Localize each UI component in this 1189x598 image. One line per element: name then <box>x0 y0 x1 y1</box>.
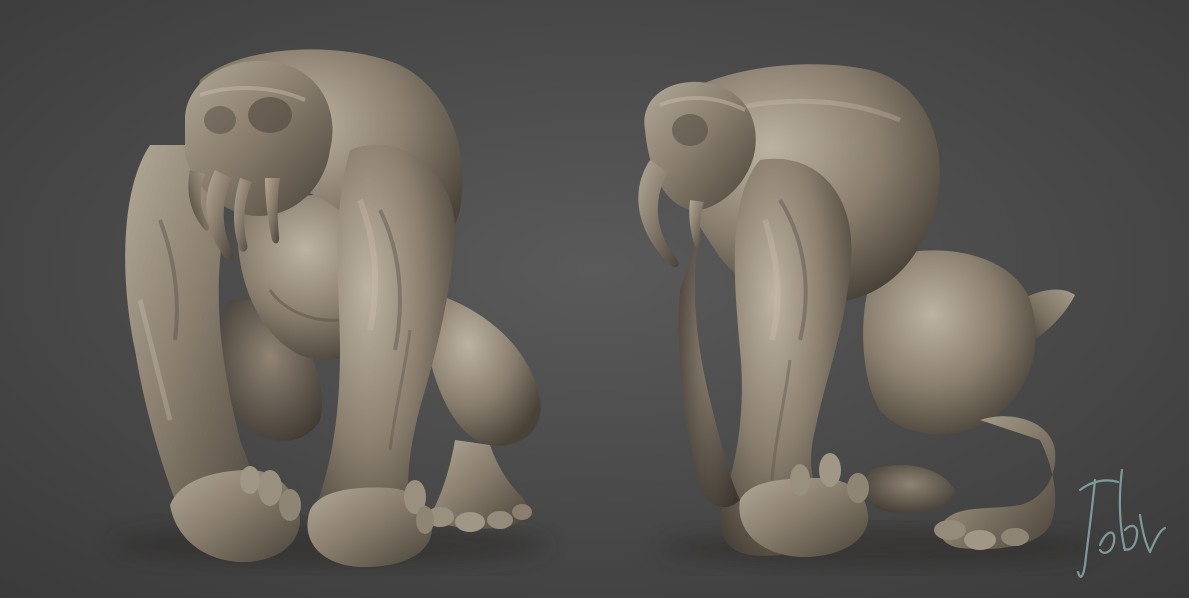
render-canvas <box>0 0 1189 598</box>
render-viewport <box>0 0 1189 598</box>
